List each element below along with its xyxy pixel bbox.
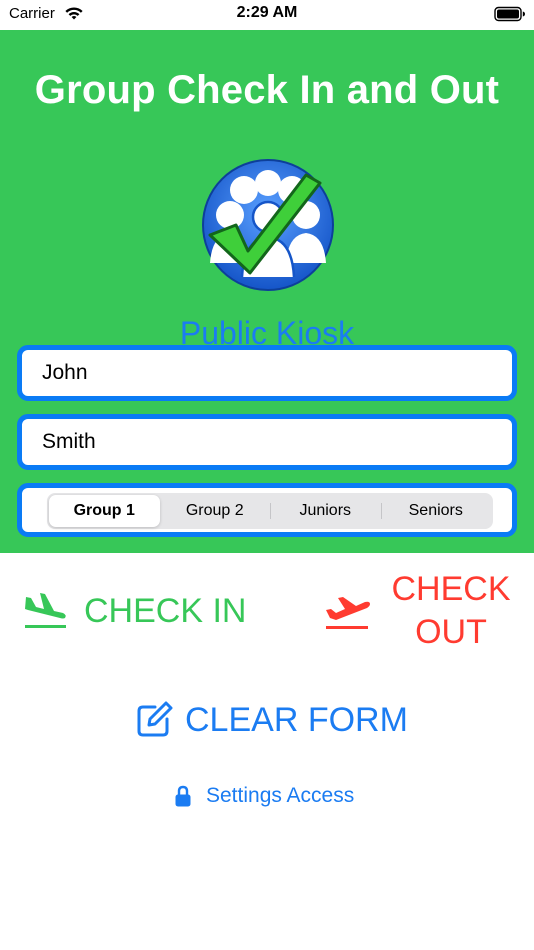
check-out-label: CHECK OUT <box>388 568 514 654</box>
check-in-label: CHECK IN <box>84 591 247 630</box>
segment-juniors[interactable]: Juniors <box>270 495 381 527</box>
segment-seniors[interactable]: Seniors <box>380 495 492 527</box>
segment-group-1[interactable]: Group 1 <box>49 495 160 527</box>
check-out-label-line2: OUT <box>415 613 487 651</box>
check-in-button[interactable]: CHECK IN <box>22 588 252 634</box>
segment-group-2[interactable]: Group 2 <box>160 495 271 527</box>
battery-icon <box>494 6 525 22</box>
plane-landing-icon <box>25 593 66 628</box>
first-name-input[interactable] <box>22 350 512 396</box>
plane-takeoff-icon <box>326 597 370 629</box>
first-name-field[interactable] <box>17 345 517 401</box>
check-out-button[interactable]: CHECK OUT <box>322 568 522 654</box>
status-bar: Carrier 2:29 AM <box>0 0 534 30</box>
lock-icon <box>175 785 191 807</box>
status-time: 2:29 AM <box>236 4 298 21</box>
check-out-label-line1: CHECK <box>391 570 511 608</box>
header-panel: Group Check In and Out Public Kiosk <box>0 30 534 553</box>
edit-square-icon <box>137 701 173 737</box>
last-name-field[interactable] <box>17 414 517 470</box>
last-name-input[interactable] <box>22 419 512 465</box>
settings-access-label: Settings Access <box>206 784 355 807</box>
clear-form-button[interactable]: CLEAR FORM <box>135 698 415 742</box>
group-selector: Group 1 Group 2 Juniors Seniors <box>17 483 517 537</box>
clear-form-label: CLEAR FORM <box>185 700 408 739</box>
group-check-logo-icon <box>202 159 334 291</box>
app-title: Group Check In and Out <box>34 68 500 112</box>
group-segmented-control: Group 1 Group 2 Juniors Seniors <box>47 493 493 529</box>
settings-access-button[interactable]: Settings Access <box>174 782 374 810</box>
